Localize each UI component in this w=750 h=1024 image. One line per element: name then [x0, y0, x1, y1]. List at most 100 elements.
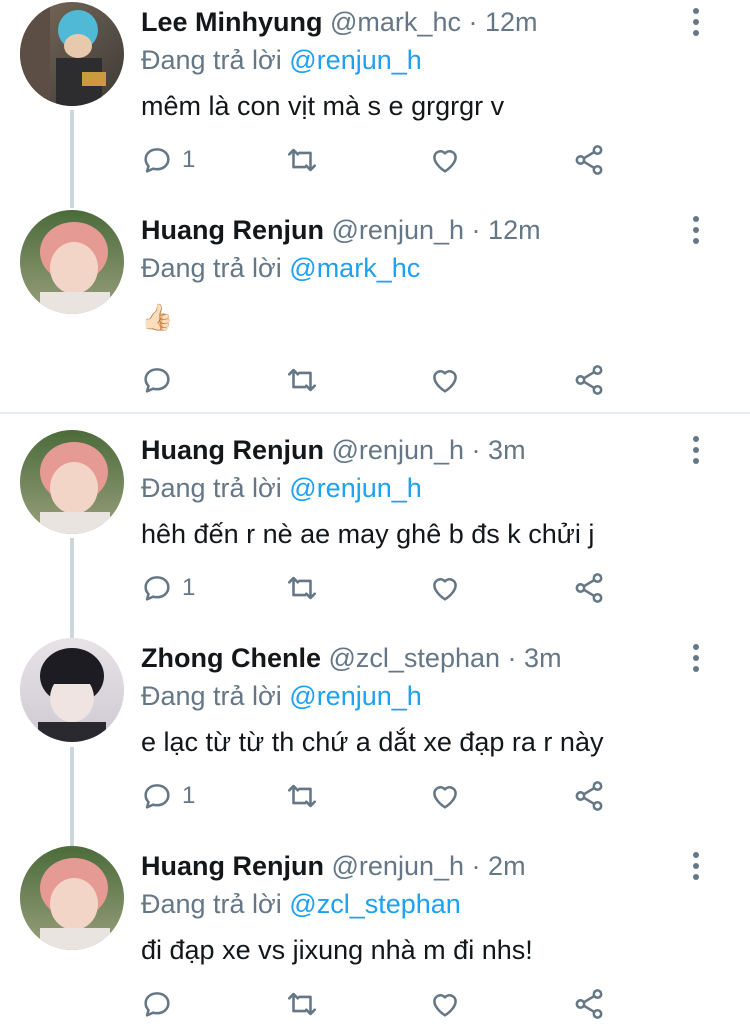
tweet-actions: 1: [140, 140, 620, 180]
tweet-text: e lạc từ từ th chứ a dắt xe đạp ra r này: [141, 727, 604, 757]
reply-button[interactable]: 1: [140, 776, 195, 816]
timestamp[interactable]: 12m: [488, 215, 541, 245]
like-icon: [433, 370, 457, 393]
replying-to: Đang trả lời @mark_hc: [141, 250, 420, 286]
timestamp[interactable]: 3m: [488, 435, 526, 465]
user-name[interactable]: Lee Minhyung: [141, 7, 323, 37]
replying-to: Đang trả lời @renjun_h: [141, 678, 422, 714]
reply-prefix: Đang trả lời: [141, 889, 282, 919]
replying-to: Đang trả lời @renjun_h: [141, 42, 422, 78]
reply-button[interactable]: [140, 984, 182, 1024]
separator-dot: ·: [471, 851, 481, 881]
retweet-icon: [287, 992, 317, 1016]
mention-link[interactable]: @renjun_h: [289, 681, 422, 711]
reply-icon: [144, 784, 170, 809]
user-name[interactable]: Zhong Chenle: [141, 643, 321, 673]
avatar[interactable]: [20, 430, 124, 534]
share-icon: [575, 365, 603, 395]
like-icon: [433, 994, 457, 1017]
tweet-text: đi đạp xe vs jixung nhà m đi nhs!: [141, 935, 533, 965]
share-button[interactable]: [572, 568, 606, 608]
retweet-button[interactable]: [285, 568, 319, 608]
user-handle[interactable]: @renjun_h: [332, 851, 465, 881]
tweet-actions: 1: [140, 568, 620, 608]
avatar[interactable]: [20, 846, 124, 950]
user-handle[interactable]: @renjun_h: [332, 215, 465, 245]
reply-button[interactable]: [140, 360, 182, 400]
retweet-button[interactable]: [285, 776, 319, 816]
tweet-header: Huang Renjun @renjun_h · 12m: [141, 212, 541, 248]
user-name[interactable]: Huang Renjun: [141, 435, 324, 465]
timestamp[interactable]: 3m: [524, 643, 562, 673]
tweet-header: Huang Renjun @renjun_h · 3m: [141, 432, 526, 468]
user-handle[interactable]: @mark_hc: [330, 7, 461, 37]
replying-to: Đang trả lời @zcl_stephan: [141, 886, 461, 922]
retweet-icon: [287, 148, 317, 172]
retweet-icon: [287, 368, 317, 392]
user-name[interactable]: Huang Renjun: [141, 215, 324, 245]
tweet-actions: [140, 984, 620, 1024]
tweet-header: Zhong Chenle @zcl_stephan · 3m: [141, 640, 562, 676]
user-name[interactable]: Huang Renjun: [141, 851, 324, 881]
retweet-button[interactable]: [285, 984, 319, 1024]
more-options-icon[interactable]: [684, 644, 708, 680]
thread-line: [70, 110, 74, 208]
share-button[interactable]: [572, 984, 606, 1024]
reply-prefix: Đang trả lời: [141, 473, 282, 503]
thread-line: [70, 747, 74, 847]
reply-prefix: Đang trả lời: [141, 45, 282, 75]
timestamp[interactable]: 12m: [485, 7, 538, 37]
tweet-text: hêh đến r nè ae may ghê b đs k chửi j: [141, 519, 595, 549]
avatar[interactable]: [20, 2, 124, 106]
separator-dot: ·: [471, 435, 481, 465]
separator-dot: ·: [507, 643, 517, 673]
mention-link[interactable]: @renjun_h: [289, 45, 422, 75]
share-button[interactable]: [572, 140, 606, 180]
thread-line: [70, 538, 74, 638]
like-button[interactable]: [428, 776, 462, 816]
more-options-icon[interactable]: [684, 436, 708, 472]
share-button[interactable]: [572, 360, 606, 400]
retweet-button[interactable]: [285, 360, 319, 400]
user-handle[interactable]: @renjun_h: [332, 435, 465, 465]
share-button[interactable]: [572, 776, 606, 816]
mention-link[interactable]: @zcl_stephan: [289, 889, 461, 919]
retweet-icon: [287, 784, 317, 808]
more-options-icon[interactable]: [684, 216, 708, 252]
retweet-button[interactable]: [285, 140, 319, 180]
tweet-header: Lee Minhyung @mark_hc · 12m: [141, 4, 538, 40]
like-button[interactable]: [428, 360, 462, 400]
reply-icon: [144, 576, 170, 601]
like-button[interactable]: [428, 140, 462, 180]
reply-count: 1: [182, 146, 196, 173]
share-icon: [575, 145, 603, 175]
replying-to: Đang trả lời @renjun_h: [141, 470, 422, 506]
mention-link[interactable]: @renjun_h: [289, 473, 422, 503]
like-icon: [433, 150, 457, 173]
share-icon: [575, 989, 603, 1019]
tweet-text: mêm là con vịt mà s e grgrgr v: [141, 91, 505, 121]
reply-prefix: Đang trả lời: [141, 681, 282, 711]
more-options-icon[interactable]: [684, 852, 708, 888]
tweet-actions: [140, 360, 620, 400]
reply-count: 1: [182, 782, 196, 809]
mention-link[interactable]: @mark_hc: [289, 253, 420, 283]
reply-button[interactable]: 1: [140, 140, 195, 180]
avatar[interactable]: [20, 638, 124, 742]
user-handle[interactable]: @zcl_stephan: [329, 643, 501, 673]
avatar[interactable]: [20, 210, 124, 314]
like-icon: [433, 786, 457, 809]
tweet-actions: 1: [140, 776, 620, 816]
like-button[interactable]: [428, 568, 462, 608]
like-button[interactable]: [428, 984, 462, 1024]
reply-icon: [144, 992, 170, 1017]
timestamp[interactable]: 2m: [488, 851, 526, 881]
more-options-icon[interactable]: [684, 8, 708, 44]
conversation-divider: [0, 412, 750, 414]
separator-dot: ·: [468, 7, 478, 37]
reply-icon: [144, 368, 170, 393]
reply-prefix: Đang trả lời: [141, 253, 282, 283]
share-icon: [575, 573, 603, 603]
retweet-icon: [287, 576, 317, 600]
reply-button[interactable]: 1: [140, 568, 195, 608]
